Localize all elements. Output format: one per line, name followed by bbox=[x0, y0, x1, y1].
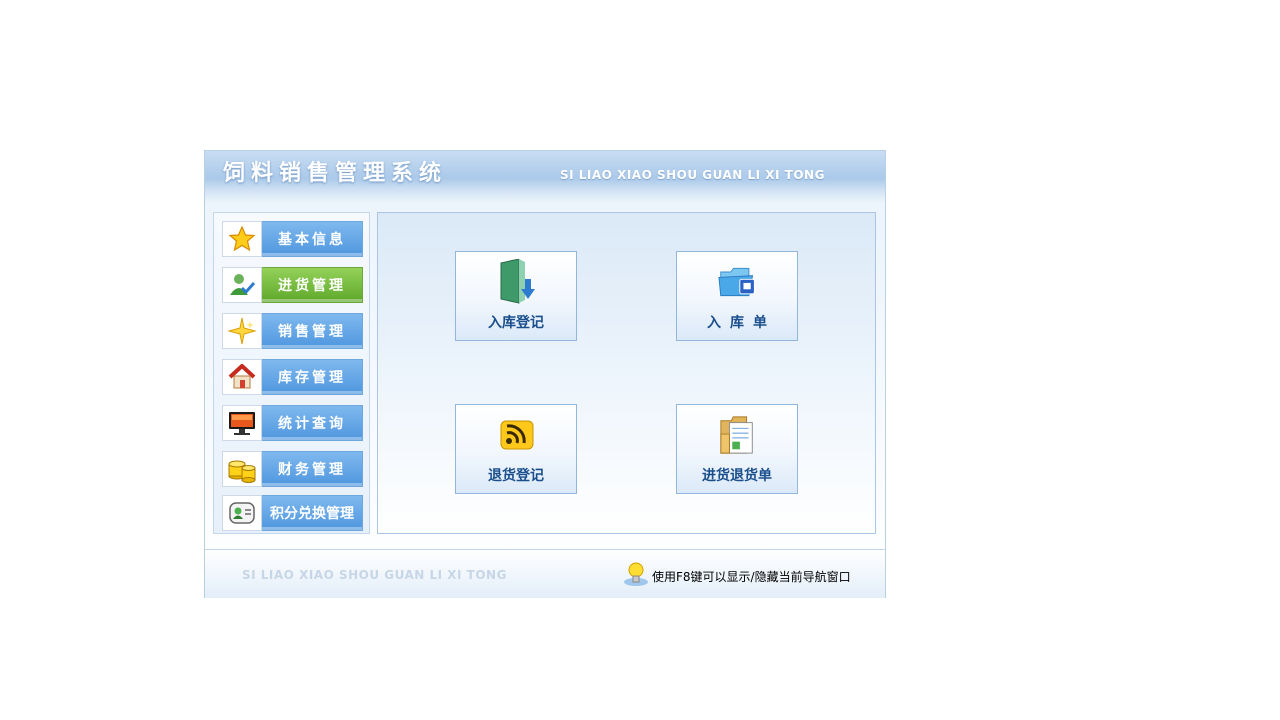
rss-icon bbox=[497, 413, 537, 457]
door-download-icon bbox=[497, 259, 537, 304]
sidebar-item-label: 基本信息 bbox=[262, 221, 363, 257]
tile-stock-in-registration[interactable]: 入库登记 bbox=[455, 251, 577, 341]
sidebar-item-label: 财务管理 bbox=[262, 451, 363, 487]
tile-label: 退货登记 bbox=[488, 468, 544, 484]
sidebar-item-finance[interactable]: 财务管理 bbox=[222, 451, 363, 487]
status-footer: SI LIAO XIAO SHOU GUAN LI XI TONG 使用F8键可… bbox=[205, 549, 885, 598]
house-icon bbox=[222, 359, 262, 395]
sidebar-item-points-exchange[interactable]: 积分兑换管理 bbox=[222, 495, 363, 531]
app-window: 饲料销售管理系统 SI LIAO XIAO SHOU GUAN LI XI TO… bbox=[204, 150, 886, 598]
sidebar-item-label: 统计查询 bbox=[262, 405, 363, 441]
tile-label: 进货退货单 bbox=[702, 468, 772, 484]
sparkle-star-icon bbox=[222, 313, 262, 349]
sidebar-item-statistics[interactable]: 统计查询 bbox=[222, 405, 363, 441]
tile-stock-in-receipt[interactable]: 入库单 bbox=[676, 251, 798, 341]
star-icon bbox=[222, 221, 262, 257]
sidebar-item-inventory[interactable]: 库存管理 bbox=[222, 359, 363, 395]
footer-brand: SI LIAO XIAO SHOU GUAN LI XI TONG bbox=[242, 568, 507, 582]
folder-note-icon bbox=[718, 260, 758, 304]
sidebar-item-purchase[interactable]: 进货管理 bbox=[222, 267, 363, 303]
folder-document-icon bbox=[718, 413, 758, 457]
coins-icon bbox=[222, 451, 262, 487]
sidebar-item-basic-info[interactable]: 基本信息 bbox=[222, 221, 363, 257]
navigation-sidebar: 基本信息 进货管理 销售管理 库存管理 统计查询 财务管理 积分兑换管理 bbox=[213, 212, 370, 534]
user-check-icon bbox=[222, 267, 262, 303]
monitor-icon bbox=[222, 405, 262, 441]
tile-label: 入库单 bbox=[707, 315, 776, 331]
f8-hint-text: 使用F8键可以显示/隐藏当前导航窗口 bbox=[652, 570, 851, 584]
sidebar-item-sales[interactable]: 销售管理 bbox=[222, 313, 363, 349]
main-content-panel: 入库登记 入库单 退货登记 进货退货单 bbox=[377, 212, 876, 534]
tile-label: 入库登记 bbox=[488, 315, 544, 331]
sidebar-item-label: 销售管理 bbox=[262, 313, 363, 349]
contact-card-icon bbox=[222, 495, 262, 531]
sidebar-item-label: 积分兑换管理 bbox=[262, 495, 363, 531]
sidebar-item-label: 进货管理 bbox=[262, 267, 363, 303]
sidebar-item-label: 库存管理 bbox=[262, 359, 363, 395]
app-title: 饲料销售管理系统 bbox=[223, 161, 448, 186]
app-subtitle: SI LIAO XIAO SHOU GUAN LI XI TONG bbox=[560, 168, 825, 182]
title-bar: 饲料销售管理系统 SI LIAO XIAO SHOU GUAN LI XI TO… bbox=[205, 151, 885, 203]
lightbulb-icon bbox=[622, 560, 650, 592]
tile-purchase-return-receipt[interactable]: 进货退货单 bbox=[676, 404, 798, 494]
tile-return-registration[interactable]: 退货登记 bbox=[455, 404, 577, 494]
